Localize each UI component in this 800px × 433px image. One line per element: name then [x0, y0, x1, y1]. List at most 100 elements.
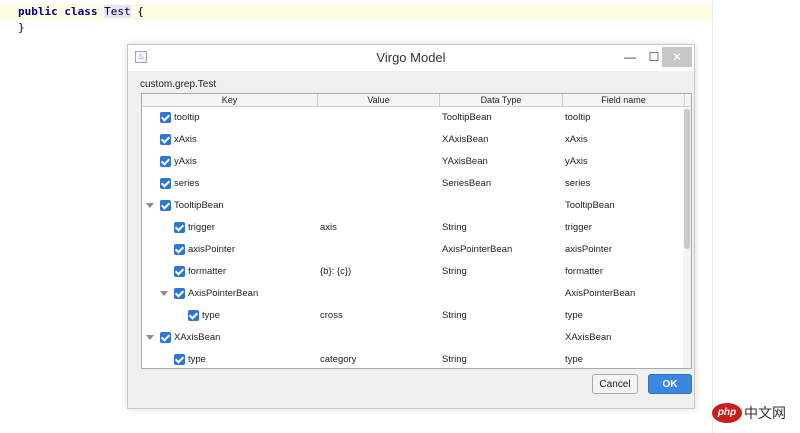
key-cell: trigger	[142, 217, 316, 239]
code-line-1[interactable]: public class Test {	[0, 4, 712, 20]
cancel-button[interactable]: Cancel	[592, 374, 638, 394]
key-cell: AxisPointerBean	[142, 283, 316, 305]
table-row[interactable]: AxisPointerBean AxisPointerBean	[142, 283, 683, 305]
key-label: axisPointer	[188, 244, 235, 255]
key-cell: axisPointer	[142, 239, 316, 261]
field-name-cell[interactable]: type	[565, 349, 583, 368]
expand-toggle-icon[interactable]	[160, 291, 168, 296]
field-name-cell[interactable]: type	[565, 305, 583, 327]
data-type-cell[interactable]: String	[442, 349, 467, 368]
key-cell: yAxis	[142, 151, 316, 173]
table-row[interactable]: yAxis YAxisBean yAxis	[142, 151, 683, 173]
table-row[interactable]: type cross String type	[142, 305, 683, 327]
key-cell: formatter	[142, 261, 316, 283]
data-type-cell[interactable]: SeriesBean	[442, 173, 491, 195]
value-cell[interactable]: {b}: {c})	[320, 261, 351, 283]
key-label: type	[202, 310, 220, 321]
row-checkbox[interactable]	[160, 112, 171, 123]
keyword-public: public	[18, 5, 58, 18]
vertical-scrollbar[interactable]	[683, 107, 691, 368]
table-row[interactable]: formatter {b}: {c}) String formatter	[142, 261, 683, 283]
key-cell: type	[142, 349, 316, 368]
class-path-label: custom.grep.Test	[140, 79, 217, 90]
row-checkbox[interactable]	[174, 266, 185, 277]
data-type-cell[interactable]: String	[442, 305, 467, 327]
data-type-cell[interactable]: YAxisBean	[442, 151, 488, 173]
key-label: xAxis	[174, 134, 197, 145]
table-header: Key Value Data Type Field name	[142, 94, 691, 107]
key-label: trigger	[188, 222, 215, 233]
ok-button[interactable]: OK	[648, 374, 692, 394]
virgo-model-dialog: ♨ Virgo Model — ☐ ✕ custom.grep.Test Key…	[127, 44, 695, 409]
data-type-cell[interactable]: XAxisBean	[442, 129, 488, 151]
value-cell[interactable]: axis	[320, 217, 337, 239]
key-label: type	[188, 354, 206, 365]
field-name-cell[interactable]: xAxis	[565, 129, 588, 151]
model-tree-table[interactable]: Key Value Data Type Field name tooltip To…	[141, 93, 692, 369]
table-row[interactable]: trigger axis String trigger	[142, 217, 683, 239]
dialog-titlebar[interactable]: ♨ Virgo Model — ☐ ✕	[128, 45, 694, 71]
field-name-cell[interactable]: series	[565, 173, 590, 195]
right-margin-guide	[712, 0, 713, 433]
table-row[interactable]: tooltip TooltipBean tooltip	[142, 107, 683, 129]
key-cell: tooltip	[142, 107, 316, 129]
table-row[interactable]: XAxisBean XAxisBean	[142, 327, 683, 349]
row-checkbox[interactable]	[160, 332, 171, 343]
value-cell[interactable]: cross	[320, 305, 343, 327]
code-line-2[interactable]: }	[18, 20, 25, 36]
table-row[interactable]: axisPointer AxisPointerBean axisPointer	[142, 239, 683, 261]
field-name-cell[interactable]: XAxisBean	[565, 327, 611, 349]
scrollbar-thumb[interactable]	[684, 109, 690, 249]
class-name: Test	[104, 5, 131, 18]
table-row[interactable]: xAxis XAxisBean xAxis	[142, 129, 683, 151]
row-checkbox[interactable]	[160, 178, 171, 189]
key-cell: TooltipBean	[142, 195, 316, 217]
table-row[interactable]: type category String type	[142, 349, 683, 368]
field-name-cell[interactable]: TooltipBean	[565, 195, 615, 217]
table-row[interactable]: series SeriesBean series	[142, 173, 683, 195]
key-cell: XAxisBean	[142, 327, 316, 349]
field-name-cell[interactable]: tooltip	[565, 107, 590, 129]
key-label: AxisPointerBean	[188, 288, 259, 299]
column-header-data-type[interactable]: Data Type	[440, 94, 563, 106]
row-checkbox[interactable]	[174, 244, 185, 255]
row-checkbox[interactable]	[160, 200, 171, 211]
key-cell: xAxis	[142, 129, 316, 151]
row-checkbox[interactable]	[160, 156, 171, 167]
watermark-text: 中文网	[744, 405, 786, 421]
field-name-cell[interactable]: trigger	[565, 217, 592, 239]
row-checkbox[interactable]	[160, 134, 171, 145]
table-row[interactable]: TooltipBean TooltipBean	[142, 195, 683, 217]
tree-rows: tooltip TooltipBean tooltip xAxis XAxisBean x…	[142, 107, 683, 368]
row-checkbox[interactable]	[174, 288, 185, 299]
key-cell: series	[142, 173, 316, 195]
php-cn-watermark: php 中文网	[712, 403, 800, 425]
data-type-cell[interactable]: String	[442, 217, 467, 239]
key-label: series	[174, 178, 200, 189]
column-header-key[interactable]: Key	[142, 94, 318, 106]
expand-toggle-icon[interactable]	[146, 335, 154, 340]
field-name-cell[interactable]: axisPointer	[565, 239, 612, 261]
row-checkbox[interactable]	[174, 222, 185, 233]
key-label: formatter	[188, 266, 227, 277]
data-type-cell[interactable]: TooltipBean	[442, 107, 492, 129]
data-type-cell[interactable]: String	[442, 261, 467, 283]
key-label: XAxisBean	[174, 332, 221, 343]
expand-toggle-icon[interactable]	[146, 203, 154, 208]
dialog-title: Virgo Model	[376, 50, 446, 65]
value-cell[interactable]: category	[320, 349, 356, 368]
column-header-value[interactable]: Value	[318, 94, 440, 106]
column-header-field-name[interactable]: Field name	[563, 94, 685, 106]
field-name-cell[interactable]: formatter	[565, 261, 603, 283]
row-checkbox[interactable]	[174, 354, 185, 365]
close-icon[interactable]: ✕	[662, 47, 692, 67]
keyword-class: class	[64, 5, 98, 18]
field-name-cell[interactable]: AxisPointerBean	[565, 283, 635, 305]
row-checkbox[interactable]	[188, 310, 199, 321]
key-label: yAxis	[174, 156, 197, 167]
minimize-icon[interactable]: —	[618, 47, 642, 67]
key-label: TooltipBean	[174, 200, 224, 211]
field-name-cell[interactable]: yAxis	[565, 151, 588, 173]
key-cell: type	[142, 305, 316, 327]
data-type-cell[interactable]: AxisPointerBean	[442, 239, 512, 261]
